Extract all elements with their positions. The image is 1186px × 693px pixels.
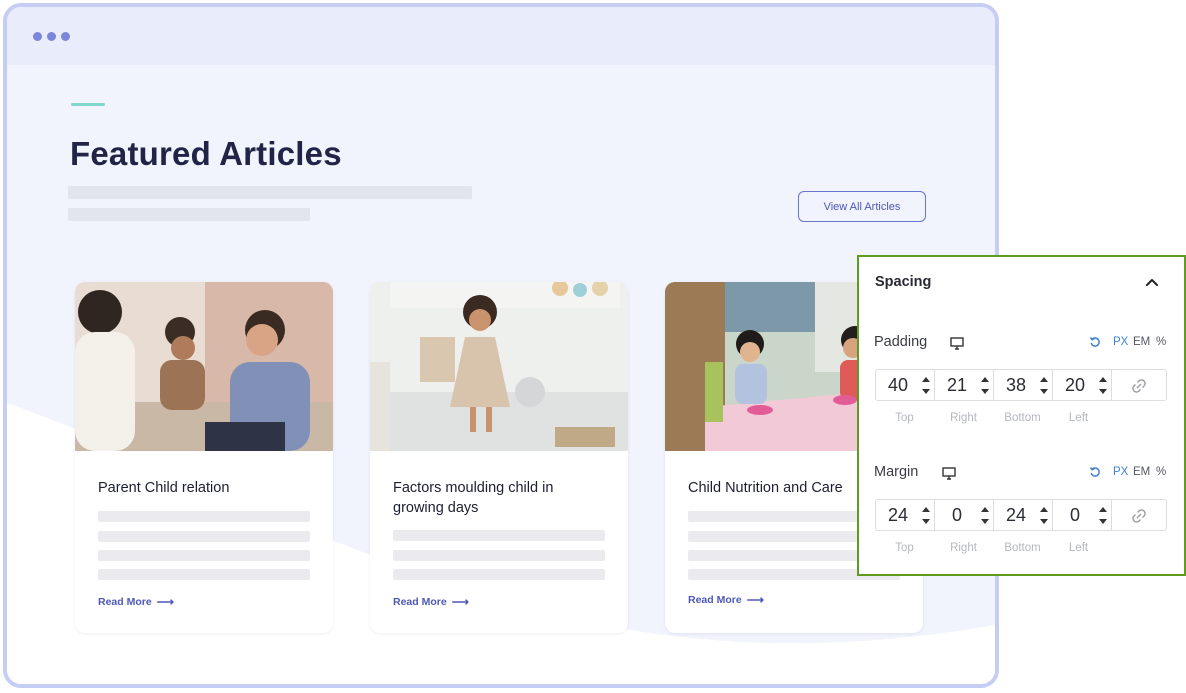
panel-title: Spacing xyxy=(875,274,932,290)
margin-bottom-value[interactable]: 24 xyxy=(994,505,1038,526)
spin-down-icon[interactable] xyxy=(922,519,930,524)
link-values-button[interactable] xyxy=(1112,500,1166,530)
margin-inputs: 24 0 24 0 xyxy=(875,499,1167,531)
text-placeholder xyxy=(393,530,605,541)
spin-down-icon[interactable] xyxy=(1099,519,1107,524)
spin-up-icon[interactable] xyxy=(922,507,930,512)
margin-top-value[interactable]: 24 xyxy=(876,505,920,526)
text-placeholder xyxy=(98,550,310,561)
text-placeholder xyxy=(68,186,472,199)
desktop-device-icon[interactable] xyxy=(942,467,956,480)
article-card[interactable]: Factors moulding child in growing days R… xyxy=(370,282,628,633)
read-more-label: Read More xyxy=(688,594,742,606)
margin-bottom-input[interactable]: 24 xyxy=(994,500,1053,530)
text-placeholder xyxy=(68,208,310,221)
spin-down-icon[interactable] xyxy=(981,519,989,524)
padding-right-value[interactable]: 21 xyxy=(935,375,979,396)
link-values-button[interactable] xyxy=(1112,370,1166,400)
article-title[interactable]: Factors moulding child in growing days xyxy=(393,478,608,518)
margin-right-label: Right xyxy=(950,542,977,554)
read-more-link[interactable]: Read More ⟶ xyxy=(688,593,764,607)
unlink-icon xyxy=(1132,509,1146,523)
spin-down-icon[interactable] xyxy=(981,389,989,394)
text-placeholder xyxy=(393,550,605,561)
spin-down-icon[interactable] xyxy=(1099,389,1107,394)
spin-up-icon[interactable] xyxy=(1040,377,1048,382)
spin-down-icon[interactable] xyxy=(1040,519,1048,524)
unit-px-toggle[interactable]: PX xyxy=(1113,336,1128,348)
arrow-right-icon: ⟶ xyxy=(746,593,764,607)
browser-window: Featured Articles View All Articles Pare… xyxy=(3,3,999,688)
spin-up-icon[interactable] xyxy=(1099,507,1107,512)
padding-left-value[interactable]: 20 xyxy=(1053,375,1097,396)
spin-up-icon[interactable] xyxy=(981,377,989,382)
margin-right-value[interactable]: 0 xyxy=(935,505,979,526)
text-placeholder xyxy=(98,531,310,542)
text-placeholder xyxy=(393,569,605,580)
parent-child-photo xyxy=(75,282,333,451)
margin-left-label: Left xyxy=(1068,542,1089,554)
padding-right-label: Right xyxy=(950,412,977,424)
reset-icon[interactable] xyxy=(1089,466,1101,478)
margin-left-input[interactable]: 0 xyxy=(1053,500,1112,530)
heading-accent-line xyxy=(71,103,105,106)
margin-bottom-label: Bottom xyxy=(1004,542,1041,554)
child-playing-photo xyxy=(370,282,628,451)
window-dot-icon xyxy=(61,32,70,41)
read-more-link[interactable]: Read More ⟶ xyxy=(98,595,174,609)
window-dot-icon xyxy=(47,32,56,41)
spin-up-icon[interactable] xyxy=(1099,377,1107,382)
padding-inputs: 40 21 38 20 xyxy=(875,369,1167,401)
margin-left-value[interactable]: 0 xyxy=(1053,505,1097,526)
unit-px-toggle[interactable]: PX xyxy=(1113,466,1128,478)
unit-percent-toggle[interactable]: % xyxy=(1156,466,1166,478)
spin-up-icon[interactable] xyxy=(981,507,989,512)
unit-em-toggle[interactable]: EM xyxy=(1133,466,1150,478)
padding-top-input[interactable]: 40 xyxy=(876,370,935,400)
chevron-up-icon[interactable] xyxy=(1145,275,1159,289)
arrow-right-icon: ⟶ xyxy=(156,595,174,609)
read-more-link[interactable]: Read More ⟶ xyxy=(393,595,469,609)
unit-percent-toggle[interactable]: % xyxy=(1156,336,1166,348)
spin-down-icon[interactable] xyxy=(922,389,930,394)
view-all-articles-button[interactable]: View All Articles xyxy=(798,191,926,222)
unit-em-toggle[interactable]: EM xyxy=(1133,336,1150,348)
padding-left-label: Left xyxy=(1068,412,1089,424)
article-title[interactable]: Parent Child relation xyxy=(98,478,313,498)
spin-down-icon[interactable] xyxy=(1040,389,1048,394)
spin-up-icon[interactable] xyxy=(922,377,930,382)
spin-up-icon[interactable] xyxy=(1040,507,1048,512)
reset-icon[interactable] xyxy=(1089,336,1101,348)
page-title: Featured Articles xyxy=(70,135,342,172)
padding-top-label: Top xyxy=(895,412,914,424)
page-canvas: Featured Articles View All Articles Pare… xyxy=(7,65,995,684)
read-more-label: Read More xyxy=(393,596,447,608)
padding-label: Padding xyxy=(874,334,928,350)
padding-bottom-input[interactable]: 38 xyxy=(994,370,1053,400)
margin-top-input[interactable]: 24 xyxy=(876,500,935,530)
browser-titlebar xyxy=(7,7,995,65)
padding-bottom-label: Bottom xyxy=(1004,412,1041,424)
padding-right-input[interactable]: 21 xyxy=(935,370,994,400)
unlink-icon xyxy=(1132,379,1146,393)
read-more-label: Read More xyxy=(98,596,152,608)
padding-bottom-value[interactable]: 38 xyxy=(994,375,1038,396)
window-dot-icon xyxy=(33,32,42,41)
margin-right-input[interactable]: 0 xyxy=(935,500,994,530)
text-placeholder xyxy=(98,511,310,522)
arrow-right-icon: ⟶ xyxy=(451,595,469,609)
padding-left-input[interactable]: 20 xyxy=(1053,370,1112,400)
padding-top-value[interactable]: 40 xyxy=(876,375,920,396)
desktop-device-icon[interactable] xyxy=(950,337,964,350)
margin-top-label: Top xyxy=(895,542,914,554)
spacing-panel: Spacing Padding PX EM % 40 21 38 20 Top … xyxy=(857,255,1186,576)
text-placeholder xyxy=(98,569,310,580)
article-card[interactable]: Parent Child relation Read More ⟶ xyxy=(75,282,333,633)
margin-label: Margin xyxy=(874,464,919,480)
